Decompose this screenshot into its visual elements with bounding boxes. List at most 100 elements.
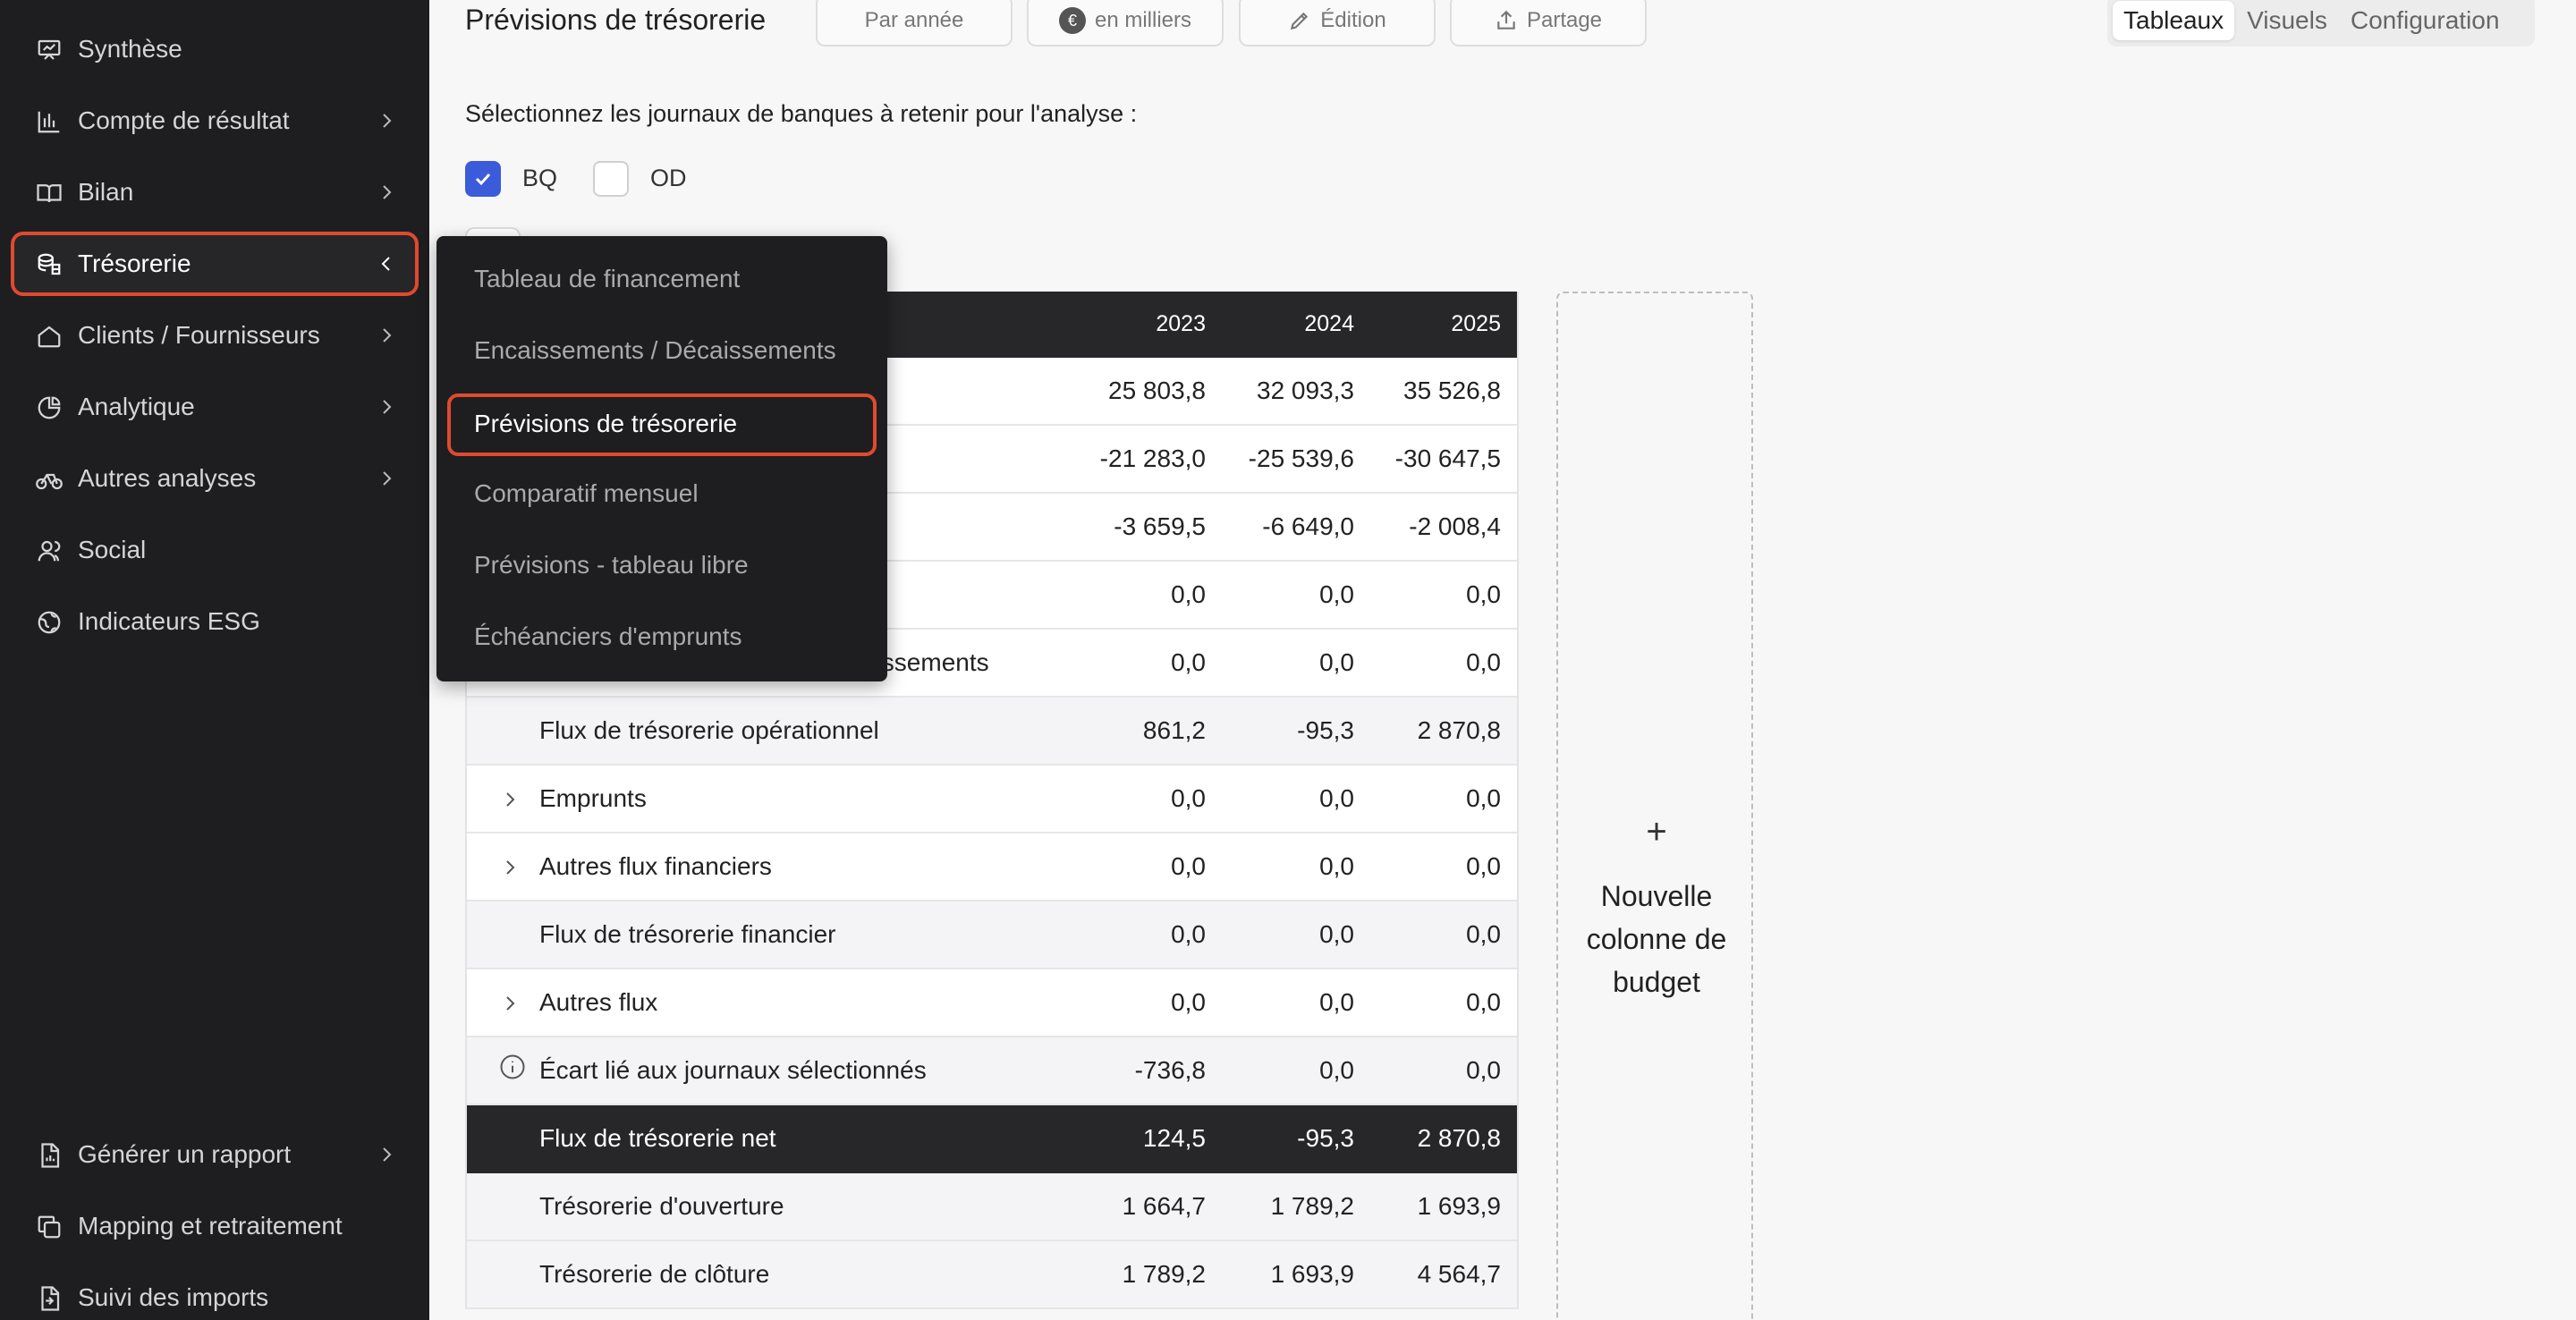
journal-checkbox-od[interactable] — [593, 161, 629, 197]
sidebar-item-generer-rapport[interactable]: Générer un rapport — [11, 1122, 419, 1187]
column-header-year: 2024 — [1304, 311, 1354, 336]
presentation-icon — [38, 39, 61, 60]
sidebar-item-bilan[interactable]: Bilan — [11, 160, 419, 224]
submenu-item-encaissements-decaissements[interactable]: Encaissements / Décaissements — [474, 336, 836, 365]
row-value: 861,2 — [1142, 716, 1206, 744]
submenu-item-comparatif-mensuel[interactable]: Comparatif mensuel — [474, 479, 699, 508]
journal-instruction: Sélectionnez les journaux de banques à r… — [465, 100, 1138, 127]
row-value: 0,0 — [1466, 920, 1501, 948]
sidebar-item-analytique[interactable]: Analytique — [11, 375, 419, 439]
sidebar-item-label: Clients / Fournisseurs — [78, 321, 320, 349]
row-value: 0,0 — [1319, 648, 1354, 676]
edit-button-label: Édition — [1320, 8, 1386, 32]
table-row: Flux de trésorerie financier 0,0 0,0 0,0 — [467, 901, 1517, 969]
row-value: 25 803,8 — [1108, 377, 1206, 404]
chevron-right-icon — [383, 471, 392, 486]
chevron-right-icon — [383, 1147, 392, 1162]
new-budget-column-label: Nouvelle colonne de budget — [1586, 880, 1727, 998]
row-value: -21 283,0 — [1099, 444, 1206, 472]
plus-icon: + — [1646, 812, 1667, 851]
tresorerie-submenu: Tableau de financement Encaissements / D… — [436, 236, 887, 681]
page-title: Prévisions de trésorerie — [465, 4, 767, 36]
row-label: Trésorerie de clôture — [539, 1260, 770, 1288]
chevron-left-icon — [381, 257, 390, 271]
sidebar-item-mapping-retraitement[interactable]: Mapping et retraitement — [11, 1194, 419, 1258]
view-tab-tableaux[interactable]: Tableaux — [2113, 1, 2235, 40]
info-icon[interactable] — [499, 1053, 526, 1080]
report-icon — [41, 1143, 60, 1168]
table-row: Écart lié aux journaux sélectionnés -736… — [467, 1037, 1517, 1105]
sidebar-item-social[interactable]: Social — [11, 518, 419, 582]
sidebar-item-label: Bilan — [78, 178, 134, 206]
row-value: 0,0 — [1466, 988, 1501, 1016]
row-value: -736,8 — [1134, 1056, 1206, 1084]
row-value: 124,5 — [1142, 1124, 1206, 1152]
table-row[interactable]: Emprunts 0,0 0,0 0,0 — [467, 766, 1517, 833]
journal-checkbox-bq[interactable] — [465, 161, 501, 197]
sidebar-item-autres-analyses[interactable]: Autres analyses — [11, 446, 419, 511]
sidebar-item-tresorerie[interactable]: Trésorerie — [11, 232, 419, 296]
sidebar-item-label: Suivi des imports — [78, 1283, 269, 1311]
sidebar-item-synthese[interactable]: Synthèse — [11, 17, 419, 81]
unit-button[interactable]: € en milliers — [1027, 0, 1224, 47]
row-label: Écart lié aux journaux sélectionnés — [539, 1056, 927, 1084]
chevron-right-icon — [383, 328, 392, 343]
unit-button-label: en milliers — [1094, 8, 1192, 32]
share-button-label: Partage — [1526, 8, 1603, 32]
row-value: 4 564,7 — [1417, 1260, 1501, 1288]
column-header-year: 2025 — [1451, 311, 1501, 336]
row-label: Flux de trésorerie financier — [539, 920, 836, 948]
submenu-item-echeanciers-emprunts[interactable]: Échéanciers d'emprunts — [474, 622, 742, 651]
chevron-right-icon[interactable] — [501, 859, 519, 876]
row-label: Emprunts — [539, 784, 647, 812]
period-button[interactable]: Par année — [816, 0, 1013, 47]
new-budget-column-button[interactable]: + Nouvelle colonne de budget — [1556, 292, 1753, 1320]
pencil-icon — [1291, 12, 1309, 30]
row-value: -95,3 — [1297, 716, 1354, 744]
view-tab-configuration[interactable]: Configuration — [2340, 1, 2511, 40]
row-value: 0,0 — [1466, 852, 1501, 880]
row-value: 0,0 — [1319, 784, 1354, 812]
row-label: Flux de trésorerie opérationnel — [539, 716, 879, 744]
journal-label-od: OD — [650, 165, 687, 191]
sidebar-item-label: Trésorerie — [78, 250, 191, 277]
column-header-year: 2023 — [1156, 311, 1206, 336]
submenu-item-previsions-tresorerie[interactable]: Prévisions de trésorerie — [447, 393, 877, 456]
table-row[interactable]: Autres flux financiers 0,0 0,0 0,0 — [467, 833, 1517, 901]
row-value: 1 789,2 — [1270, 1192, 1354, 1220]
table-row[interactable]: Autres flux 0,0 0,0 0,0 — [467, 969, 1517, 1037]
table-row: Trésorerie de clôture 1 789,2 1 693,9 4 … — [467, 1241, 1517, 1309]
sidebar-item-suivi-imports[interactable]: Suivi des imports — [11, 1265, 419, 1320]
row-value: -25 539,6 — [1248, 444, 1354, 472]
submenu-item-tableau-financement[interactable]: Tableau de financement — [474, 265, 740, 293]
sidebar-item-label: Social — [78, 536, 147, 563]
chevron-right-icon[interactable] — [501, 791, 519, 808]
row-value: 1 693,9 — [1270, 1260, 1354, 1288]
period-button-label: Par année — [864, 8, 964, 32]
sidebar-item-label: Générer un rapport — [78, 1140, 292, 1168]
import-icon — [41, 1286, 60, 1311]
bicycle-icon — [36, 473, 63, 490]
sidebar-item-label: Autres analyses — [78, 464, 257, 492]
sidebar-item-label: Synthèse — [78, 35, 182, 63]
sidebar-item-clients-fournisseurs[interactable]: Clients / Fournisseurs — [11, 303, 419, 368]
sidebar-item-indicateurs-esg[interactable]: Indicateurs ESG — [11, 589, 419, 654]
home-icon — [38, 326, 61, 348]
sidebar-item-label: Indicateurs ESG — [78, 607, 260, 635]
pie-chart-icon — [38, 396, 61, 419]
edit-button[interactable]: Édition — [1239, 0, 1436, 47]
sidebar-item-compte-de-resultat[interactable]: Compte de résultat — [11, 89, 419, 153]
row-value: 0,0 — [1466, 784, 1501, 812]
submenu-item-previsions-tableau-libre[interactable]: Prévisions - tableau libre — [474, 551, 749, 580]
row-value: -95,3 — [1297, 1124, 1354, 1152]
row-value: 0,0 — [1171, 648, 1206, 676]
row-value: 0,0 — [1319, 1056, 1354, 1084]
chevron-right-icon[interactable] — [501, 994, 519, 1012]
row-value: -6 649,0 — [1262, 512, 1354, 540]
share-button[interactable]: Partage — [1450, 0, 1647, 47]
row-value: 0,0 — [1171, 988, 1206, 1016]
copy-icon — [38, 1215, 61, 1239]
view-tab-visuels[interactable]: Visuels — [2236, 1, 2338, 40]
check-icon — [475, 173, 491, 186]
row-value: 2 870,8 — [1417, 1124, 1501, 1152]
